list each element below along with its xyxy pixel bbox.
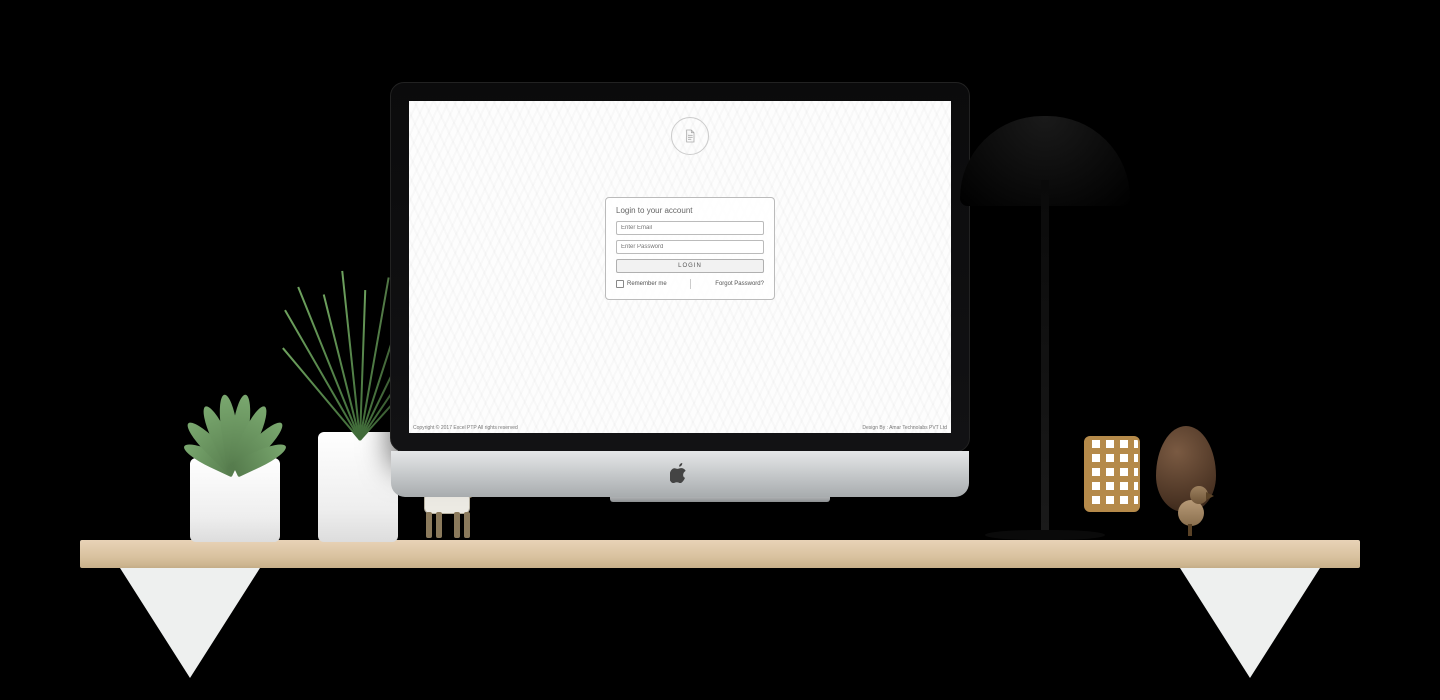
remember-me-label[interactable]: Remember me: [616, 280, 667, 288]
separator: [690, 279, 691, 289]
screen: Login to your account LOGIN Remember me …: [409, 101, 951, 433]
forgot-password-link[interactable]: Forgot Password?: [715, 281, 764, 287]
email-input[interactable]: [616, 221, 764, 235]
document-icon: [671, 117, 709, 155]
plant-pot-right: [318, 432, 398, 542]
apple-logo-icon: [670, 463, 690, 483]
lamp-base: [985, 530, 1105, 540]
remember-me-text: Remember me: [627, 281, 667, 287]
succulent-plant: [170, 380, 300, 470]
login-button[interactable]: LOGIN: [616, 259, 764, 273]
footer-copyright: Copyright © 2017 Excel PTP All rights re…: [413, 425, 518, 431]
monitor-chin: [391, 451, 969, 497]
login-title: Login to your account: [616, 206, 764, 215]
desk: [80, 540, 1360, 568]
lamp-stem: [1041, 180, 1049, 536]
bird-figurine: [1172, 486, 1212, 532]
footer-credit: Design By : Amar Technolabs PVT Ltd: [862, 425, 947, 431]
password-input[interactable]: [616, 240, 764, 254]
patterned-cup: [1084, 436, 1140, 512]
monitor: Login to your account LOGIN Remember me …: [390, 82, 970, 452]
login-card: Login to your account LOGIN Remember me …: [605, 197, 775, 300]
remember-me-checkbox[interactable]: [616, 280, 624, 288]
